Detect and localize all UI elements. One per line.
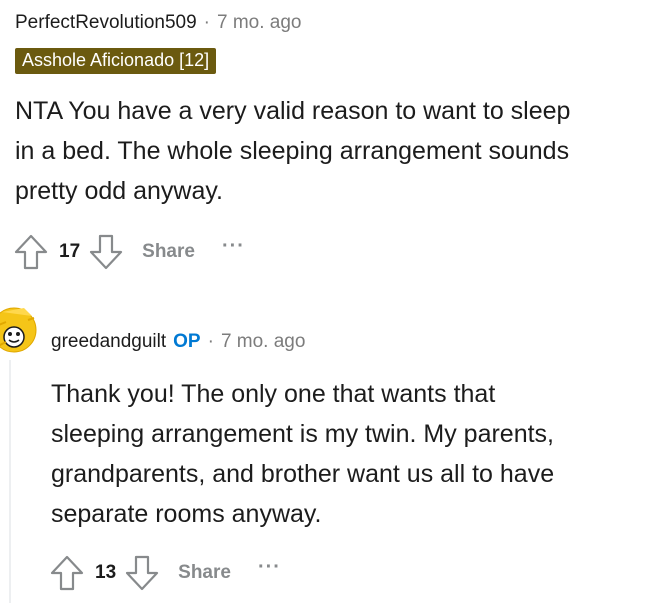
comment-2-body: Thank you! The only one that wants that … <box>51 374 554 534</box>
comment-2-actions: 13 Share ··· <box>50 555 281 591</box>
comment-body-line: pretty odd anyway. <box>15 177 223 205</box>
avatar[interactable] <box>0 306 40 368</box>
comment-2-header: greedandguilt OP · 7 mo. ago <box>51 331 305 353</box>
meta-separator: · <box>203 12 210 33</box>
vote-score: 13 <box>95 562 117 583</box>
share-button[interactable]: Share <box>142 241 195 263</box>
comment-body-line: separate rooms anyway. <box>51 500 322 528</box>
comment-1-actions: 17 Share ··· <box>14 234 245 270</box>
downvote-icon[interactable] <box>89 234 123 270</box>
comment-1-username[interactable]: PerfectRevolution509 <box>15 12 197 34</box>
thread-line[interactable] <box>9 360 11 603</box>
more-options-icon[interactable]: ··· <box>258 556 281 579</box>
vote-score: 17 <box>59 241 81 262</box>
comment-body-line: NTA You have a very valid reason to want… <box>15 97 571 125</box>
meta-separator: · <box>207 331 214 352</box>
upvote-icon[interactable] <box>14 234 48 270</box>
op-badge: OP <box>173 331 201 352</box>
comment-body-line: sleeping arrangement is my twin. My pare… <box>51 420 554 448</box>
share-button[interactable]: Share <box>178 562 231 584</box>
comment-1-header: PerfectRevolution509 · 7 mo. ago <box>15 12 302 34</box>
comment-body-line: Thank you! The only one that wants that <box>51 380 496 408</box>
comment-body-line: in a bed. The whole sleeping arrangement… <box>15 137 570 165</box>
comment-1-timestamp[interactable]: 7 mo. ago <box>217 12 302 34</box>
user-flair: Asshole Aficionado [12] <box>15 48 217 74</box>
upvote-icon[interactable] <box>50 555 84 591</box>
downvote-icon[interactable] <box>125 555 159 591</box>
comment-2-timestamp[interactable]: 7 mo. ago <box>221 331 306 353</box>
comment-2-username[interactable]: greedandguilt <box>51 331 166 353</box>
comment-1-body: NTA You have a very valid reason to want… <box>15 91 570 211</box>
more-options-icon[interactable]: ··· <box>222 235 245 258</box>
comment-body-line: grandparents, and brother want us all to… <box>51 460 555 488</box>
